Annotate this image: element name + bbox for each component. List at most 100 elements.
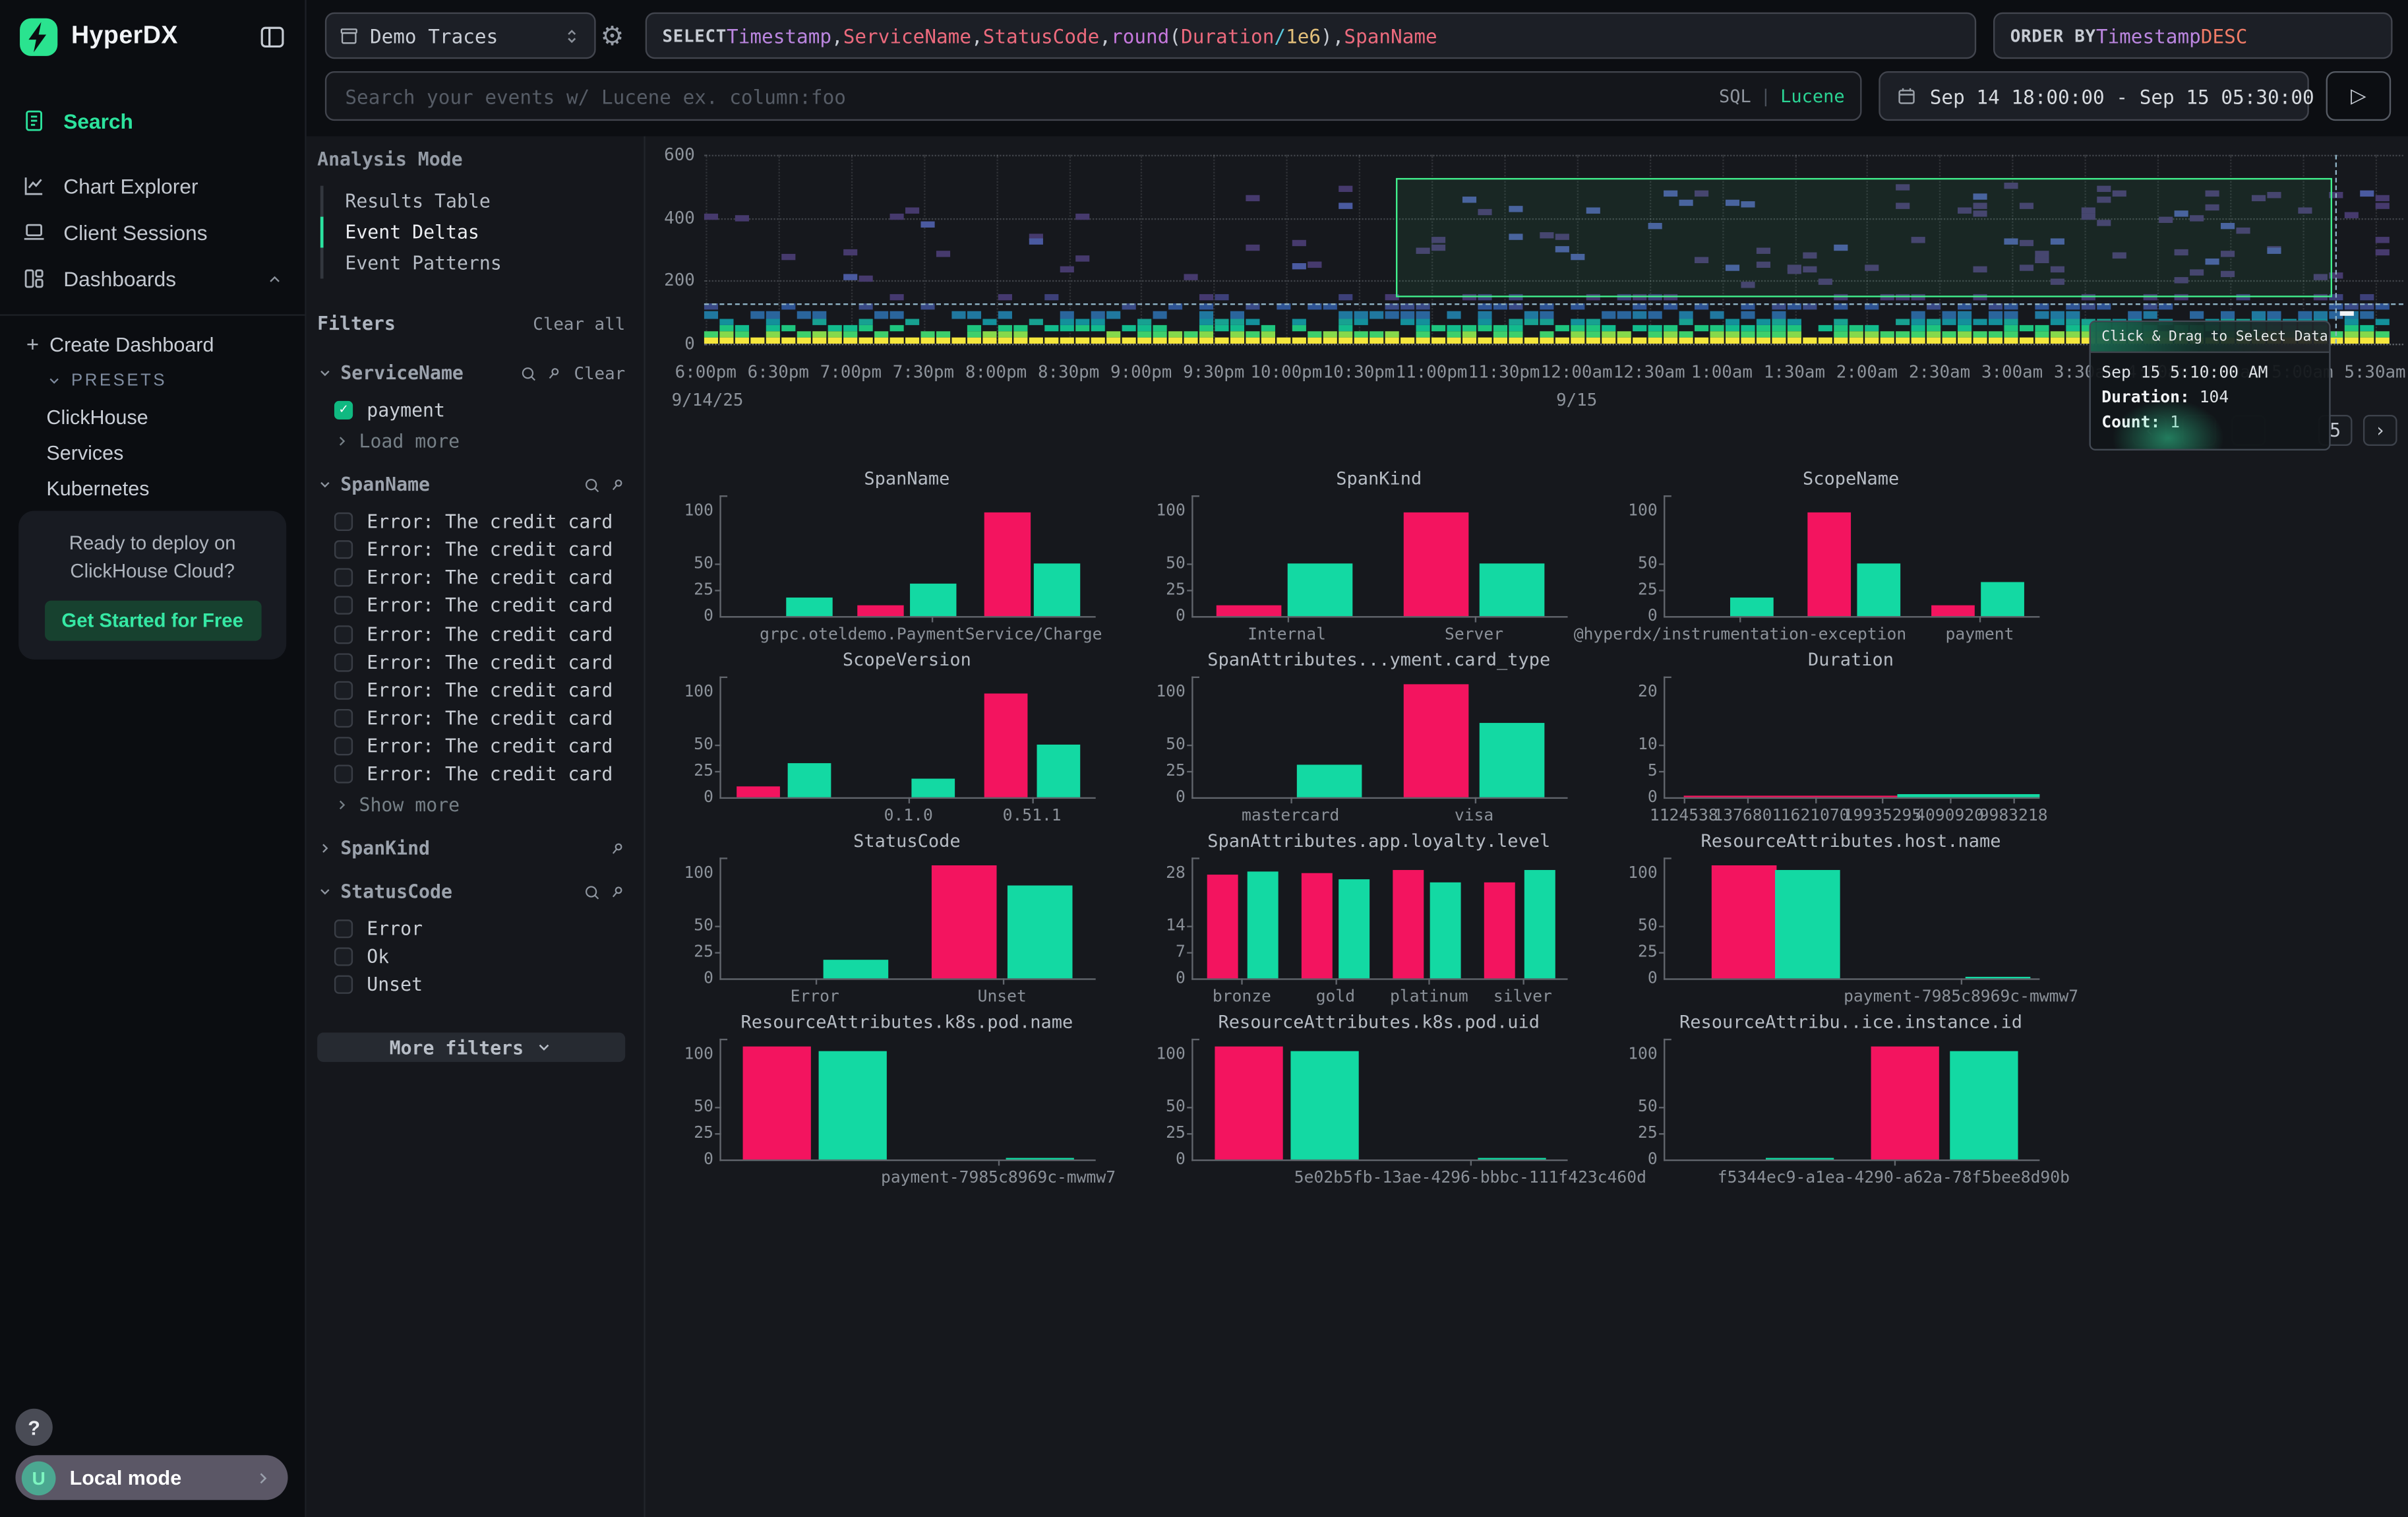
search-icon[interactable]: [584, 883, 601, 900]
clear-filter-link[interactable]: Clear: [574, 363, 625, 383]
filter-checkbox-row[interactable]: Error: The credit card (…: [317, 564, 625, 592]
heatmap-cell: [1199, 294, 1213, 300]
sidebar-item-chart-explorer[interactable]: Chart Explorer: [0, 162, 305, 208]
bar-pink: [1404, 685, 1469, 797]
more-filters-button[interactable]: More filters: [317, 1033, 625, 1063]
filter-show-more-link[interactable]: Show more: [317, 788, 625, 816]
filter-load-more-link[interactable]: Load more: [317, 424, 625, 452]
filter-checkbox-row[interactable]: Error: The credit card (…: [317, 676, 625, 704]
filter-checkbox-row[interactable]: Unset: [317, 971, 625, 999]
checkbox-unchecked[interactable]: [334, 737, 353, 755]
selection-rectangle[interactable]: [1396, 178, 2332, 297]
heatmap-cell: [1339, 338, 1352, 344]
checkbox-unchecked[interactable]: [334, 975, 353, 994]
filter-checkbox-row[interactable]: ✓payment: [317, 396, 625, 424]
checkbox-unchecked[interactable]: [334, 948, 353, 966]
filter-checkbox-row[interactable]: Error: [317, 915, 625, 943]
source-select[interactable]: Demo Traces: [325, 13, 596, 59]
sql-select-input[interactable]: SELECT Timestamp, ServiceName, StatusCod…: [646, 13, 1976, 59]
checkbox-unchecked[interactable]: [334, 653, 353, 671]
heatmap-cell: [1091, 325, 1105, 331]
checkbox-unchecked[interactable]: [334, 681, 353, 699]
gridline-vertical: [1214, 155, 1215, 344]
filter-checkbox-row[interactable]: Error: The credit card (…: [317, 508, 625, 536]
filter-checkbox-row[interactable]: Error: The credit card (…: [317, 704, 625, 731]
main-heatmap-chart[interactable]: 6:00pm6:30pm7:00pm7:30pm8:00pm8:30pm9:00…: [704, 155, 2403, 344]
heatmap-cell: [797, 338, 811, 344]
chart-plot: 10050250mastercardvisa: [1191, 677, 1567, 799]
date-range-picker[interactable]: Sep 14 18:00:00 - Sep 15 05:30:00: [1879, 71, 2308, 121]
heatmap-cell: [1602, 338, 1615, 344]
heatmap-cell: [1060, 325, 1074, 331]
checkbox-unchecked[interactable]: [334, 625, 353, 643]
user-menu[interactable]: U Local mode: [15, 1455, 287, 1500]
heatmap-cell: [2360, 338, 2374, 344]
run-query-button[interactable]: ▷: [2326, 71, 2392, 121]
search-icon[interactable]: [520, 365, 537, 382]
sidebar-item-client-sessions[interactable]: Client Sessions: [0, 209, 305, 255]
checkbox-checked[interactable]: ✓: [334, 401, 353, 419]
chart-title: StatusCode: [719, 830, 1094, 851]
checkbox-unchecked[interactable]: [334, 764, 353, 783]
lucene-mode-toggle[interactable]: Lucene: [1780, 85, 1845, 107]
select-updown-icon: [562, 24, 582, 47]
filter-checkbox-row[interactable]: Error: The credit card (…: [317, 732, 625, 760]
chart-ytick-label: 0: [704, 607, 713, 625]
sql-mode-toggle[interactable]: SQL: [1719, 85, 1751, 107]
checkbox-unchecked[interactable]: [334, 708, 353, 727]
checkbox-unchecked[interactable]: [334, 569, 353, 587]
filter-checkbox-row[interactable]: Error: The credit card (…: [317, 760, 625, 788]
chart-title: ScopeVersion: [719, 648, 1094, 670]
pin-icon[interactable]: [608, 476, 625, 493]
sidebar-item-dashboards[interactable]: Dashboards: [0, 255, 305, 301]
bar-green: [1730, 597, 1773, 616]
search-icon[interactable]: [584, 476, 601, 493]
heatmap-cell: [1958, 338, 1972, 344]
pin-icon[interactable]: [545, 365, 562, 382]
filter-checkbox-row[interactable]: Error: The credit card (…: [317, 620, 625, 648]
preset-services[interactable]: Services: [0, 435, 305, 471]
analysis-mode-event-deltas[interactable]: Event Deltas: [317, 217, 625, 248]
help-button[interactable]: ?: [15, 1409, 52, 1446]
presets-toggle[interactable]: PRESETS: [0, 362, 305, 399]
gear-icon[interactable]: ⚙: [601, 22, 624, 53]
analysis-mode-event-patterns[interactable]: Event Patterns: [317, 248, 625, 279]
checkbox-unchecked[interactable]: [334, 919, 353, 938]
get-started-button[interactable]: Get Started for Free: [44, 601, 261, 641]
chart-xtick-label: payment: [1946, 625, 2014, 644]
x-axis-tick-label: 11:30pm: [1468, 362, 1540, 383]
filter-checkbox-row[interactable]: Error: The credit card (…: [317, 536, 625, 564]
chart-xtick-mark: [1522, 978, 1524, 984]
chevron-right-icon[interactable]: [317, 841, 332, 856]
chevron-down-icon[interactable]: [317, 477, 332, 492]
chevron-down-icon[interactable]: [317, 365, 332, 381]
chart-xtick-mark: [998, 1160, 1000, 1165]
create-dashboard-button[interactable]: + Create Dashboard: [0, 325, 305, 362]
checkbox-unchecked[interactable]: [334, 512, 353, 531]
filter-checkbox-row[interactable]: Error: The credit card (…: [317, 592, 625, 619]
checkbox-unchecked[interactable]: [334, 541, 353, 559]
pin-icon[interactable]: [608, 883, 625, 900]
heatmap-cell: [735, 331, 749, 337]
sidebar-collapse-icon[interactable]: [258, 23, 286, 51]
heatmap-cell: [1942, 319, 1956, 325]
chart-ytick-mark: [715, 563, 721, 565]
pin-icon[interactable]: [608, 840, 625, 857]
preset-clickhouse[interactable]: ClickHouse: [0, 400, 305, 435]
search-input[interactable]: [342, 83, 1706, 109]
heatmap-cell: [2376, 249, 2390, 255]
chart-ytick-mark: [1187, 590, 1193, 591]
x-axis-tick-label: 7:00pm: [820, 362, 882, 383]
filter-checkbox-row[interactable]: Error: The credit card (…: [317, 648, 625, 675]
chevron-down-icon[interactable]: [317, 884, 332, 899]
page-next-button[interactable]: ›: [2363, 415, 2397, 446]
preset-kubernetes[interactable]: Kubernetes: [0, 471, 305, 507]
sidebar-item-search[interactable]: Search: [0, 98, 305, 144]
chart-resourceattributes-k8s-pod-uid: ResourceAttributes.k8s.pod.uid100502505e…: [1122, 1008, 1594, 1189]
analysis-mode-results-table[interactable]: Results Table: [317, 186, 625, 217]
order-by-input[interactable]: ORDER BY Timestamp DESC: [1993, 13, 2393, 59]
filter-checkbox-row[interactable]: Ok: [317, 943, 625, 971]
checkbox-unchecked[interactable]: [334, 597, 353, 615]
clear-all-link[interactable]: Clear all: [533, 313, 625, 334]
plus-icon: +: [26, 331, 39, 356]
